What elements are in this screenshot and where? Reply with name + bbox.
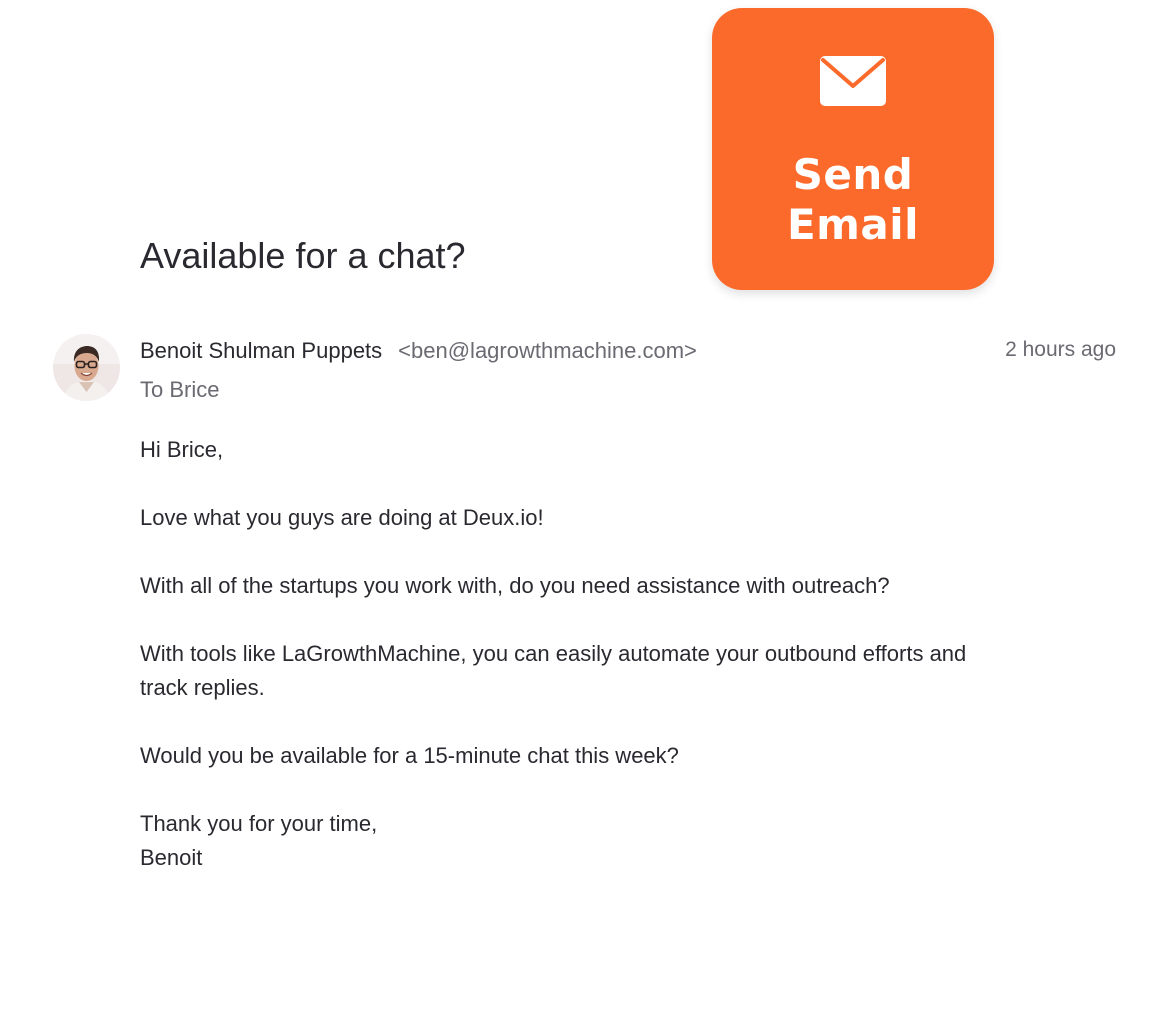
body-greeting: Hi Brice, [140,437,224,462]
body-signature: Benoit [140,845,203,870]
send-email-button[interactable]: Send Email [712,8,994,290]
body-paragraph-1: Love what you guys are doing at Deux.io! [140,505,544,530]
body-paragraph-3-line-2: track replies. [140,675,265,700]
send-email-label-line1: Send [792,150,914,199]
body-paragraph-4: Would you be available for a 15-minute c… [140,743,679,768]
sender-info: Benoit Shulman Puppets <ben@lagrowthmachi… [140,336,697,366]
avatar-image [53,334,120,401]
envelope-icon [820,56,886,106]
sender-avatar [53,334,120,401]
body-closing: Thank you for your time, [140,811,378,836]
body-signoff: Thank you for your time, Benoit [140,807,1100,875]
email-view: Send Email Available for a chat? Benoit … [0,0,1170,1030]
sender-name[interactable]: Benoit Shulman Puppets [140,338,382,363]
email-recipient: To Brice [140,377,220,402]
body-paragraph-3: With tools like LaGrowthMachine, you can… [140,637,1100,705]
sender-email: <ben@lagrowthmachine.com> [398,338,697,363]
send-email-label-line2: Email [786,200,920,249]
body-paragraph-3-line-1: With tools like LaGrowthMachine, you can… [140,641,967,666]
email-subject: Available for a chat? [140,235,466,276]
send-email-label: Send Email [712,150,994,250]
email-body: Hi Brice, Love what you guys are doing a… [140,433,1100,875]
email-timestamp: 2 hours ago [1005,338,1116,361]
body-paragraph-2: With all of the startups you work with, … [140,573,890,598]
